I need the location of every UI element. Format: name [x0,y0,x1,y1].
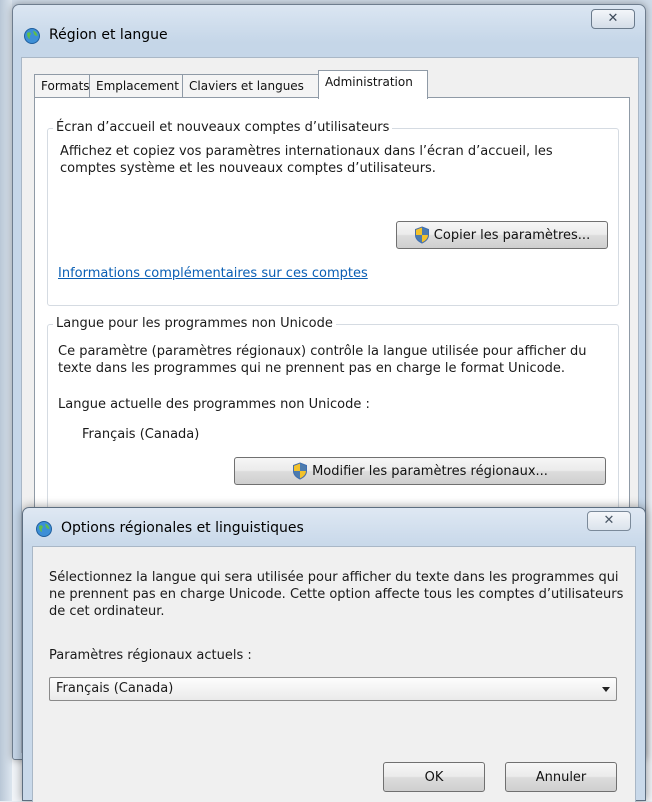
dialog-title: Options régionales et linguistiques [61,520,304,536]
change-locale-label: Modifier les paramètres régionaux... [312,463,548,479]
welcome-screen-group: Écran d’accueil et nouveaux comptes d’ut… [47,120,619,306]
non-unicode-description: Ce paramètre (paramètres régionaux) cont… [58,344,587,376]
cancel-button[interactable]: Annuler [505,762,617,792]
change-locale-button[interactable]: Modifier les paramètres régionaux... [234,457,606,485]
current-language-value: Français (Canada) [82,427,200,442]
title-bar[interactable]: Région et langue ✕ [13,5,645,57]
window-title: Région et langue [49,27,168,43]
globe-icon [36,521,52,537]
desktop-edge [0,0,12,801]
regional-options-dialog: Options régionales et linguistiques ✕ Sé… [22,507,646,802]
chevron-down-icon[interactable] [602,687,610,692]
current-language-label: Langue actuelle des programmes non Unico… [58,397,370,412]
non-unicode-group-legend: Langue pour les programmes non Unicode [53,316,336,331]
uac-shield-icon [293,462,308,480]
locale-select[interactable]: Français (Canada) [49,677,617,701]
ok-button[interactable]: OK [383,762,485,792]
current-locale-label: Paramètres régionaux actuels : [49,648,252,663]
locale-select-value: Français (Canada) [56,681,174,696]
tab-formats[interactable]: Formats [34,74,90,98]
dialog-description: Sélectionnez la langue qui sera utilisée… [49,570,624,619]
dialog-client-area: Sélectionnez la langue qui sera utilisée… [32,546,636,802]
welcome-group-legend: Écran d’accueil et nouveaux comptes d’ut… [53,120,393,135]
tab-administration[interactable]: Administration [318,70,428,99]
globe-icon [24,28,40,44]
more-info-link[interactable]: Informations complémentaires sur ces com… [58,266,368,281]
close-button[interactable]: ✕ [591,9,635,29]
tab-claviers-langues[interactable]: Claviers et langues [182,74,319,98]
copy-settings-button[interactable]: Copier les paramètres... [396,221,608,249]
copy-settings-label: Copier les paramètres... [433,227,591,243]
tab-emplacement[interactable]: Emplacement [89,74,183,98]
welcome-description: Affichez et copiez vos paramètres intern… [60,144,553,176]
dialog-close-button[interactable]: ✕ [587,511,631,531]
uac-shield-icon [414,226,429,244]
